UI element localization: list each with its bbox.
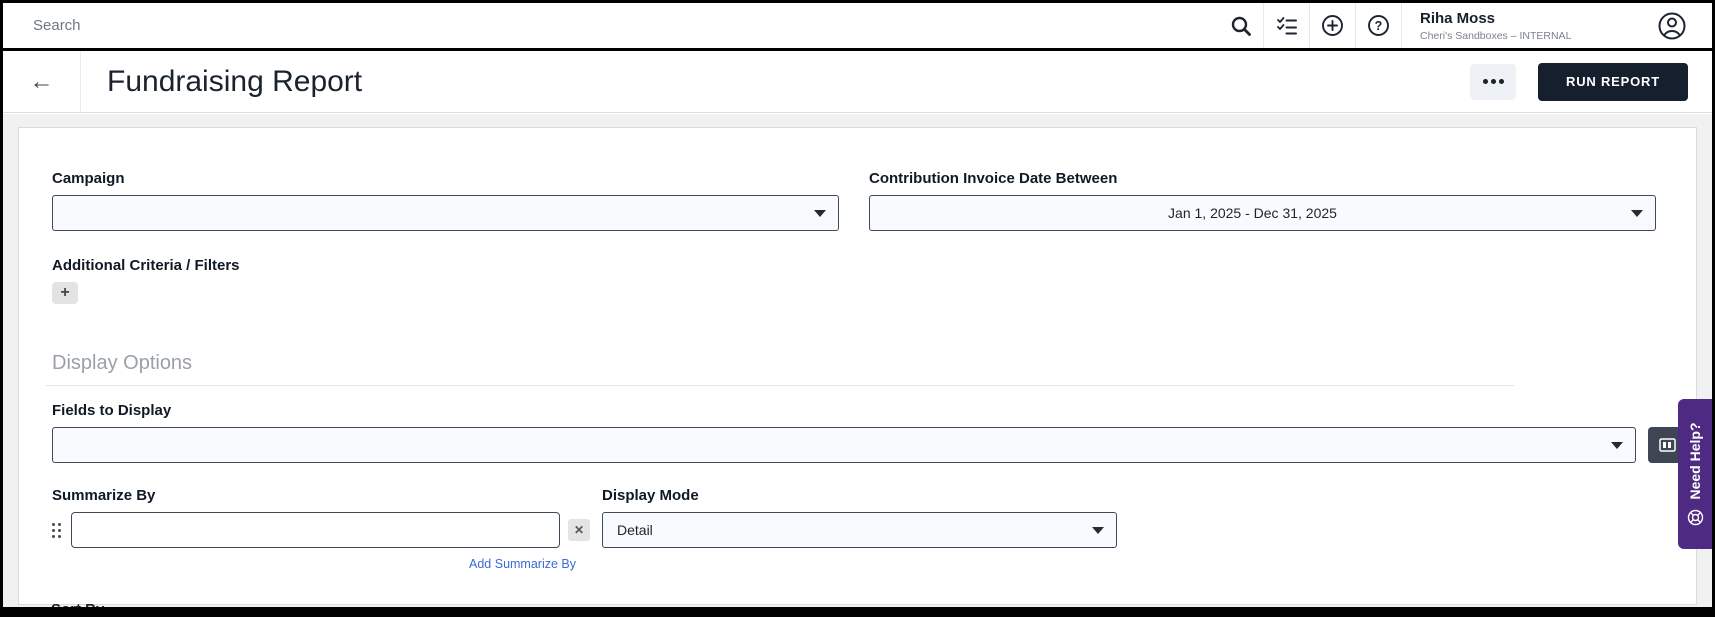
summarize-by-input[interactable]	[71, 512, 560, 548]
campaign-field-group: Campaign	[52, 170, 839, 231]
contribution-date-select[interactable]: Jan 1, 2025 - Dec 31, 2025	[869, 195, 1656, 231]
display-mode-group: Display Mode Detail	[602, 487, 1119, 571]
columns-icon	[1659, 438, 1676, 452]
page-header: ← Fundraising Report RUN REPORT	[3, 51, 1712, 113]
more-options-button[interactable]	[1470, 64, 1516, 100]
need-help-tab-content: Need Help?	[1678, 399, 1712, 549]
page-background: Campaign Contribution Invoice Date Betwe…	[3, 114, 1712, 607]
add-circle-icon[interactable]	[1310, 3, 1356, 48]
lifebuoy-icon	[1687, 509, 1704, 526]
add-circle-icon	[1321, 14, 1344, 37]
contribution-date-value: Jan 1, 2025 - Dec 31, 2025	[884, 205, 1621, 221]
additional-criteria-label: Additional Criteria / Filters	[52, 257, 1656, 274]
add-criteria-button[interactable]: +	[52, 282, 78, 304]
checklist-icon	[1275, 15, 1299, 37]
back-arrow-icon: ←	[30, 70, 54, 94]
ellipsis-icon	[1499, 79, 1504, 84]
campaign-label: Campaign	[52, 170, 839, 187]
checklist-icon[interactable]	[1264, 3, 1310, 48]
summarize-by-label: Summarize By	[52, 487, 590, 504]
app-window: ? Riha Moss Cheri's Sandboxes – INTERNAL…	[0, 0, 1715, 617]
display-mode-value: Detail	[617, 522, 1082, 538]
section-divider	[46, 385, 1514, 386]
search-icon[interactable]	[1218, 3, 1264, 48]
ellipsis-icon	[1491, 79, 1496, 84]
run-report-button[interactable]: RUN REPORT	[1538, 63, 1688, 101]
need-help-label: Need Help?	[1687, 423, 1703, 500]
fields-to-display-label: Fields to Display	[52, 402, 1656, 419]
campaign-select[interactable]	[52, 195, 839, 231]
user-organization: Cheri's Sandboxes – INTERNAL	[1420, 30, 1618, 42]
filters-row: Campaign Contribution Invoice Date Betwe…	[52, 170, 1656, 231]
contribution-date-label: Contribution Invoice Date Between	[869, 170, 1656, 187]
summarize-display-row: Summarize By ✕ Add Summarize By Display …	[52, 487, 1656, 571]
ellipsis-icon	[1483, 79, 1488, 84]
fields-to-display-row	[52, 427, 1686, 463]
dropdown-arrow-icon	[1611, 442, 1623, 449]
help-circle-icon[interactable]: ?	[1356, 3, 1402, 48]
display-mode-select[interactable]: Detail	[602, 512, 1117, 548]
summarize-by-group: Summarize By ✕ Add Summarize By	[52, 487, 590, 571]
fields-to-display-select[interactable]	[52, 427, 1636, 463]
additional-criteria-group: Additional Criteria / Filters +	[52, 257, 1656, 304]
top-bar: ? Riha Moss Cheri's Sandboxes – INTERNAL	[3, 3, 1712, 48]
back-button[interactable]: ←	[3, 51, 81, 112]
dropdown-arrow-icon	[814, 210, 826, 217]
add-summarize-by-link[interactable]: Add Summarize By	[52, 557, 576, 571]
display-options-heading: Display Options	[52, 352, 1656, 375]
user-info[interactable]: Riha Moss Cheri's Sandboxes – INTERNAL	[1402, 3, 1632, 48]
clear-summarize-button[interactable]: ✕	[568, 519, 590, 541]
topbar-actions: ? Riha Moss Cheri's Sandboxes – INTERNAL	[1218, 3, 1712, 48]
search-icon	[1230, 15, 1252, 37]
svg-text:?: ?	[1375, 19, 1383, 33]
avatar[interactable]	[1632, 3, 1712, 48]
header-actions: RUN REPORT	[1470, 63, 1688, 101]
summarize-by-controls: ✕	[52, 512, 590, 548]
page-title: Fundraising Report	[107, 65, 362, 99]
contribution-date-field-group: Contribution Invoice Date Between Jan 1,…	[869, 170, 1656, 231]
report-settings-card: Campaign Contribution Invoice Date Betwe…	[18, 127, 1697, 605]
dropdown-arrow-icon	[1092, 527, 1104, 534]
search-input[interactable]	[33, 3, 353, 48]
display-mode-label: Display Mode	[602, 487, 1119, 504]
drag-handle-icon[interactable]	[52, 523, 61, 538]
clipped-section-label: Sort By	[51, 601, 104, 607]
avatar-icon	[1657, 11, 1687, 41]
dropdown-arrow-icon	[1631, 210, 1643, 217]
need-help-tab[interactable]: Need Help?	[1678, 399, 1712, 549]
user-name: Riha Moss	[1420, 10, 1618, 28]
help-circle-icon: ?	[1367, 14, 1390, 37]
